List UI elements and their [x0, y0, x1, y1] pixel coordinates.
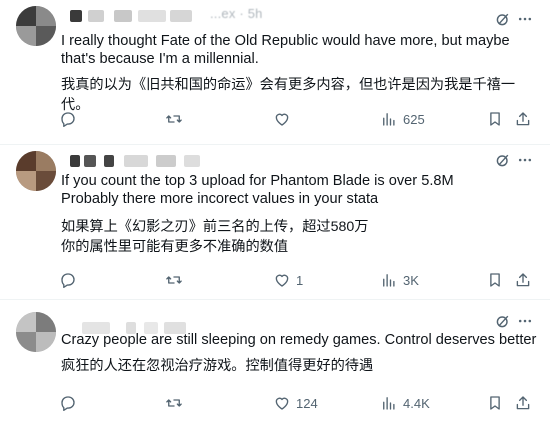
- like-icon: [275, 113, 289, 126]
- repost-icon: [166, 276, 182, 284]
- post-text: Crazy people are still sleeping on remed…: [61, 332, 537, 348]
- share-icon: [516, 273, 530, 287]
- post-3[interactable]: Crazy people are still sleeping on remed…: [0, 300, 550, 422]
- views-count: 3K: [403, 272, 419, 288]
- bookmark-button[interactable]: [486, 108, 504, 130]
- more-icon[interactable]: [514, 8, 536, 30]
- bookmark-icon: [490, 112, 500, 126]
- bookmark-icon: [490, 273, 500, 287]
- views-icon: [383, 274, 395, 287]
- timeline-feed: ...ex · 5h I really thought Fate of the …: [0, 0, 550, 422]
- like-button[interactable]: 1: [273, 269, 303, 291]
- repost-button[interactable]: [165, 108, 188, 130]
- grok-icon[interactable]: [492, 149, 514, 171]
- post-translation: 如果算上《幻影之刃》前三名的上传，超过580万 你的属性里可能有更多不准确的数值: [61, 219, 369, 255]
- reply-icon: [61, 273, 75, 289]
- share-icon: [516, 112, 530, 126]
- views-button[interactable]: 625: [380, 108, 425, 130]
- avatar[interactable]: [16, 151, 56, 191]
- share-button[interactable]: [514, 392, 532, 414]
- repost-icon: [166, 115, 182, 123]
- post-1[interactable]: ...ex · 5h I really thought Fate of the …: [0, 0, 550, 145]
- reply-button[interactable]: [59, 392, 82, 414]
- bookmark-button[interactable]: [486, 392, 504, 414]
- avatar[interactable]: [16, 6, 56, 46]
- like-count: 124: [296, 395, 318, 411]
- repost-button[interactable]: [165, 392, 188, 414]
- post-actions: 625: [0, 108, 550, 130]
- post-translation: 疯狂的人还在忽视治疗游戏。控制值得更好的待遇: [61, 358, 374, 374]
- reply-button[interactable]: [59, 108, 82, 130]
- share-button[interactable]: [514, 269, 532, 291]
- views-count: 625: [403, 111, 425, 127]
- like-icon: [275, 274, 289, 287]
- reply-icon: [61, 112, 75, 128]
- like-button[interactable]: [273, 108, 296, 130]
- grok-icon[interactable]: [492, 8, 514, 30]
- repost-icon: [166, 399, 182, 407]
- share-icon: [516, 396, 530, 410]
- more-icon[interactable]: [514, 310, 536, 332]
- reply-icon: [61, 396, 75, 412]
- bookmark-icon: [490, 396, 500, 410]
- views-button[interactable]: 3K: [380, 269, 419, 291]
- post-2[interactable]: If you count the top 3 upload for Phanto…: [0, 145, 550, 300]
- like-icon: [275, 397, 289, 410]
- more-icon[interactable]: [514, 149, 536, 171]
- share-button[interactable]: [514, 108, 532, 130]
- post-actions: 124 4.4K: [0, 392, 550, 414]
- author-handle-timestamp[interactable]: ...ex · 5h: [210, 6, 263, 21]
- views-button[interactable]: 4.4K: [380, 392, 430, 414]
- views-icon: [383, 397, 395, 410]
- repost-button[interactable]: [165, 269, 188, 291]
- like-button[interactable]: 124: [273, 392, 318, 414]
- views-icon: [383, 113, 395, 126]
- post-text: If you count the top 3 upload for Phanto…: [61, 173, 454, 207]
- reply-button[interactable]: [59, 269, 82, 291]
- bookmark-button[interactable]: [486, 269, 504, 291]
- post-actions: 1 3K: [0, 269, 550, 291]
- views-count: 4.4K: [403, 395, 430, 411]
- avatar[interactable]: [16, 312, 56, 352]
- post-text: I really thought Fate of the Old Republi…: [61, 33, 514, 67]
- grok-icon[interactable]: [492, 310, 514, 332]
- like-count: 1: [296, 272, 304, 288]
